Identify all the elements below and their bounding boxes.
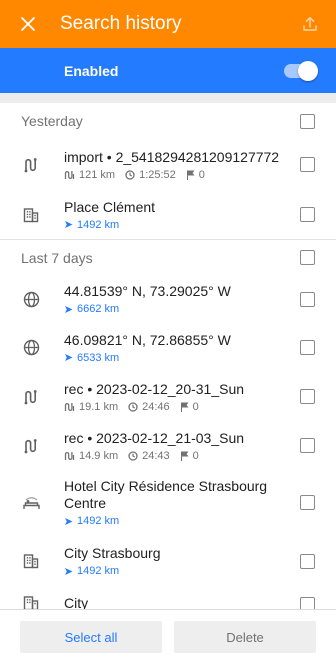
direction-icon <box>64 305 73 314</box>
direction-icon <box>64 220 73 229</box>
item-meta: 1492 km <box>64 515 292 527</box>
globe-icon <box>0 291 64 308</box>
list-item[interactable]: Hotel City Résidence Strasbourg Centre 1… <box>0 470 336 535</box>
item-name: Hotel City Résidence Strasbourg Centre <box>64 478 268 511</box>
item-name: City Strasbourg <box>64 545 161 561</box>
globe-icon <box>0 339 64 356</box>
history-list: Yesterday import • 2_5418294281209127772… <box>0 103 336 609</box>
list-item[interactable]: rec • 2023-02-12_20-31_Sun 19.1 km 24:46… <box>0 372 336 421</box>
direction-icon <box>64 567 73 576</box>
clock-icon <box>125 169 135 180</box>
list-item[interactable]: 44.81539° N, 73.29025° W 6662 km <box>0 275 336 323</box>
item-waypoints: 0 <box>192 449 199 462</box>
building-icon <box>0 553 64 569</box>
item-duration: 1:25:52 <box>139 168 176 181</box>
enabled-label: Enabled <box>64 62 119 79</box>
item-checkbox[interactable] <box>300 438 315 453</box>
app-bar: Search history <box>0 0 336 48</box>
item-meta: 6662 km <box>64 303 292 315</box>
item-checkbox[interactable] <box>300 340 315 355</box>
item-distance: 1492 km <box>77 218 120 231</box>
item-duration: 24:43 <box>142 449 170 462</box>
item-checkbox[interactable] <box>300 389 315 404</box>
clock-icon <box>128 401 138 412</box>
item-meta: 1492 km <box>64 219 292 231</box>
route-distance-icon <box>64 451 75 461</box>
item-name: rec • 2023-02-12_21-03_Sun <box>64 429 245 446</box>
enabled-toggle[interactable] <box>284 60 318 81</box>
item-name: rec • 2023-02-12_20-31_Sun <box>64 380 245 397</box>
route-icon <box>0 157 64 173</box>
item-meta: 121 km 1:25:52 0 <box>64 169 292 181</box>
item-waypoints: 0 <box>198 168 205 181</box>
item-checkbox[interactable] <box>300 291 315 307</box>
item-duration: 24:46 <box>142 400 170 413</box>
delete-button[interactable]: Delete <box>174 621 316 653</box>
flag-icon <box>180 451 189 461</box>
item-checkbox[interactable] <box>300 495 315 510</box>
item-distance: 19.1 km <box>79 400 119 413</box>
section-header-last-7-days: Last 7 days <box>0 239 336 275</box>
list-item[interactable]: import • 2_5418294281209127772 121 km 1:… <box>0 139 336 190</box>
section-title: Last 7 days <box>21 249 93 266</box>
list-item[interactable]: City Strasbourg 1492 km <box>0 535 336 587</box>
history-enabled-bar: Enabled <box>0 48 336 93</box>
route-icon <box>0 438 64 454</box>
toggle-knob <box>298 60 318 81</box>
item-distance: 121 km <box>79 168 116 181</box>
item-meta: 1492 km <box>64 565 292 577</box>
list-item[interactable]: rec • 2023-02-12_21-03_Sun 14.9 km 24:43… <box>0 421 336 470</box>
item-checkbox[interactable] <box>300 207 315 222</box>
flag-icon <box>180 402 189 412</box>
list-item[interactable]: City <box>0 587 336 609</box>
item-name: 44.81539° N, 73.29025° W <box>64 283 231 299</box>
route-distance-icon <box>64 170 75 180</box>
item-name: Place Clément <box>64 198 156 215</box>
item-distance: 6533 km <box>77 351 120 364</box>
direction-icon <box>64 353 73 362</box>
item-waypoints: 0 <box>192 400 199 413</box>
page-title: Search history <box>60 13 182 34</box>
list-item[interactable]: 46.09821° N, 72.86855° W 6533 km <box>0 323 336 372</box>
item-checkbox[interactable] <box>300 553 315 569</box>
item-meta: 14.9 km 24:43 0 <box>64 450 292 462</box>
flag-icon <box>186 170 195 180</box>
building-icon <box>0 207 64 223</box>
list-item[interactable]: Place Clément 1492 km <box>0 190 336 239</box>
item-checkbox[interactable] <box>300 157 315 172</box>
building-icon <box>0 595 64 609</box>
item-distance: 6662 km <box>77 303 120 315</box>
item-checkbox[interactable] <box>300 597 315 609</box>
route-icon <box>0 389 64 405</box>
section-checkbox[interactable] <box>300 250 315 265</box>
item-name: import • 2_5418294281209127772 <box>64 148 280 165</box>
item-distance: 1492 km <box>77 515 120 527</box>
item-meta: 19.1 km 24:46 0 <box>64 401 292 413</box>
section-header-yesterday: Yesterday <box>0 103 336 139</box>
item-name: 46.09821° N, 72.86855° W <box>64 331 231 348</box>
item-name: City <box>64 595 89 609</box>
item-distance: 1492 km <box>77 565 120 577</box>
item-meta: 6533 km <box>64 352 292 364</box>
route-distance-icon <box>64 402 75 412</box>
direction-icon <box>64 517 73 526</box>
clock-icon <box>128 450 138 461</box>
select-all-button[interactable]: Select all <box>20 621 162 653</box>
bottom-action-bar: Select all Delete <box>0 609 336 664</box>
share-button[interactable] <box>286 0 334 48</box>
item-distance: 14.9 km <box>79 449 119 462</box>
section-checkbox[interactable] <box>300 113 315 129</box>
close-icon <box>21 17 35 31</box>
share-icon <box>303 16 317 31</box>
hotel-icon <box>0 495 64 510</box>
close-button[interactable] <box>4 0 52 48</box>
section-title: Yesterday <box>21 113 83 129</box>
divider-band <box>0 93 336 103</box>
